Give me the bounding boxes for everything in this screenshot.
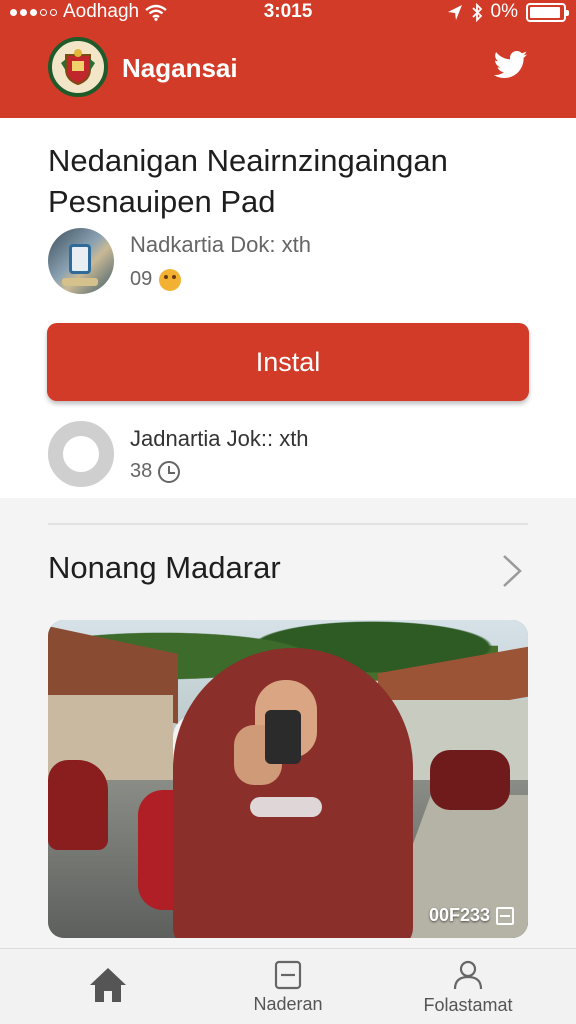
header-bar: Aodhagh 3:015 0% Nagansai bbox=[0, 0, 576, 118]
author-avatar[interactable] bbox=[48, 228, 114, 294]
emoji-face-icon bbox=[159, 268, 182, 291]
twitter-icon[interactable] bbox=[494, 50, 528, 80]
loading-ring-avatar[interactable] bbox=[48, 421, 114, 487]
nav-folastamat[interactable]: Folastamat bbox=[400, 949, 536, 1024]
section-title[interactable]: Nonang Madarar bbox=[48, 550, 281, 586]
crest-emblem-icon bbox=[61, 49, 95, 86]
featured-photo[interactable]: 00F233 bbox=[48, 620, 528, 938]
second-count: 38 bbox=[130, 460, 153, 482]
news-icon bbox=[274, 960, 302, 989]
photo-motorbike-right bbox=[430, 750, 510, 810]
battery-icon bbox=[526, 2, 569, 22]
profile-icon bbox=[453, 960, 483, 989]
crest-logo-icon[interactable] bbox=[48, 37, 108, 97]
photo-phone bbox=[265, 710, 301, 764]
bottom-nav: Naderan Folastamat bbox=[0, 948, 576, 1024]
square-icon bbox=[496, 906, 514, 925]
app-screen: Aodhagh 3:015 0% Nagansai Nedanigan Neai… bbox=[0, 0, 576, 1024]
article-title: Nedanigan Neairnzingaingan Pesnauipen Pa… bbox=[48, 143, 448, 219]
second-author-stats: 38 bbox=[130, 460, 181, 483]
article-card: Nedanigan Neairnzingaingan Pesnauipen Pa… bbox=[0, 118, 576, 498]
nav-folastamat-label: Folastamat bbox=[423, 994, 513, 1015]
nav-naderan[interactable]: Naderan bbox=[238, 949, 338, 1024]
install-button[interactable]: Instal bbox=[47, 323, 529, 401]
status-bar: Aodhagh 3:015 0% bbox=[0, 0, 576, 26]
nav-naderan-label: Naderan bbox=[253, 993, 323, 1014]
photo-motorbike-left bbox=[48, 760, 108, 850]
app-title: Nagansai bbox=[122, 53, 238, 83]
status-right: 0% bbox=[447, 1, 569, 23]
chevron-right-icon[interactable] bbox=[498, 554, 526, 588]
second-author-line: Jadnartia Jok:: xth bbox=[130, 426, 309, 451]
author-line: Nadkartia Dok: xth bbox=[130, 232, 311, 257]
nav-home[interactable] bbox=[80, 949, 136, 1024]
photo-caption-pill bbox=[250, 797, 322, 817]
photo-stamp: 00F233 bbox=[429, 905, 514, 926]
section-divider bbox=[48, 523, 528, 525]
photo-stamp-text: 00F233 bbox=[428, 905, 490, 925]
home-icon bbox=[90, 968, 126, 1002]
clock-icon bbox=[158, 460, 181, 483]
location-arrow-icon bbox=[447, 4, 462, 20]
author-stats: 09 bbox=[130, 268, 182, 291]
bluetooth-icon bbox=[471, 2, 482, 22]
avatar-ground-shape bbox=[62, 278, 98, 286]
battery-percent: 0% bbox=[490, 1, 518, 22]
avatar-sign-shape bbox=[69, 244, 91, 274]
author-count: 09 bbox=[130, 268, 153, 290]
